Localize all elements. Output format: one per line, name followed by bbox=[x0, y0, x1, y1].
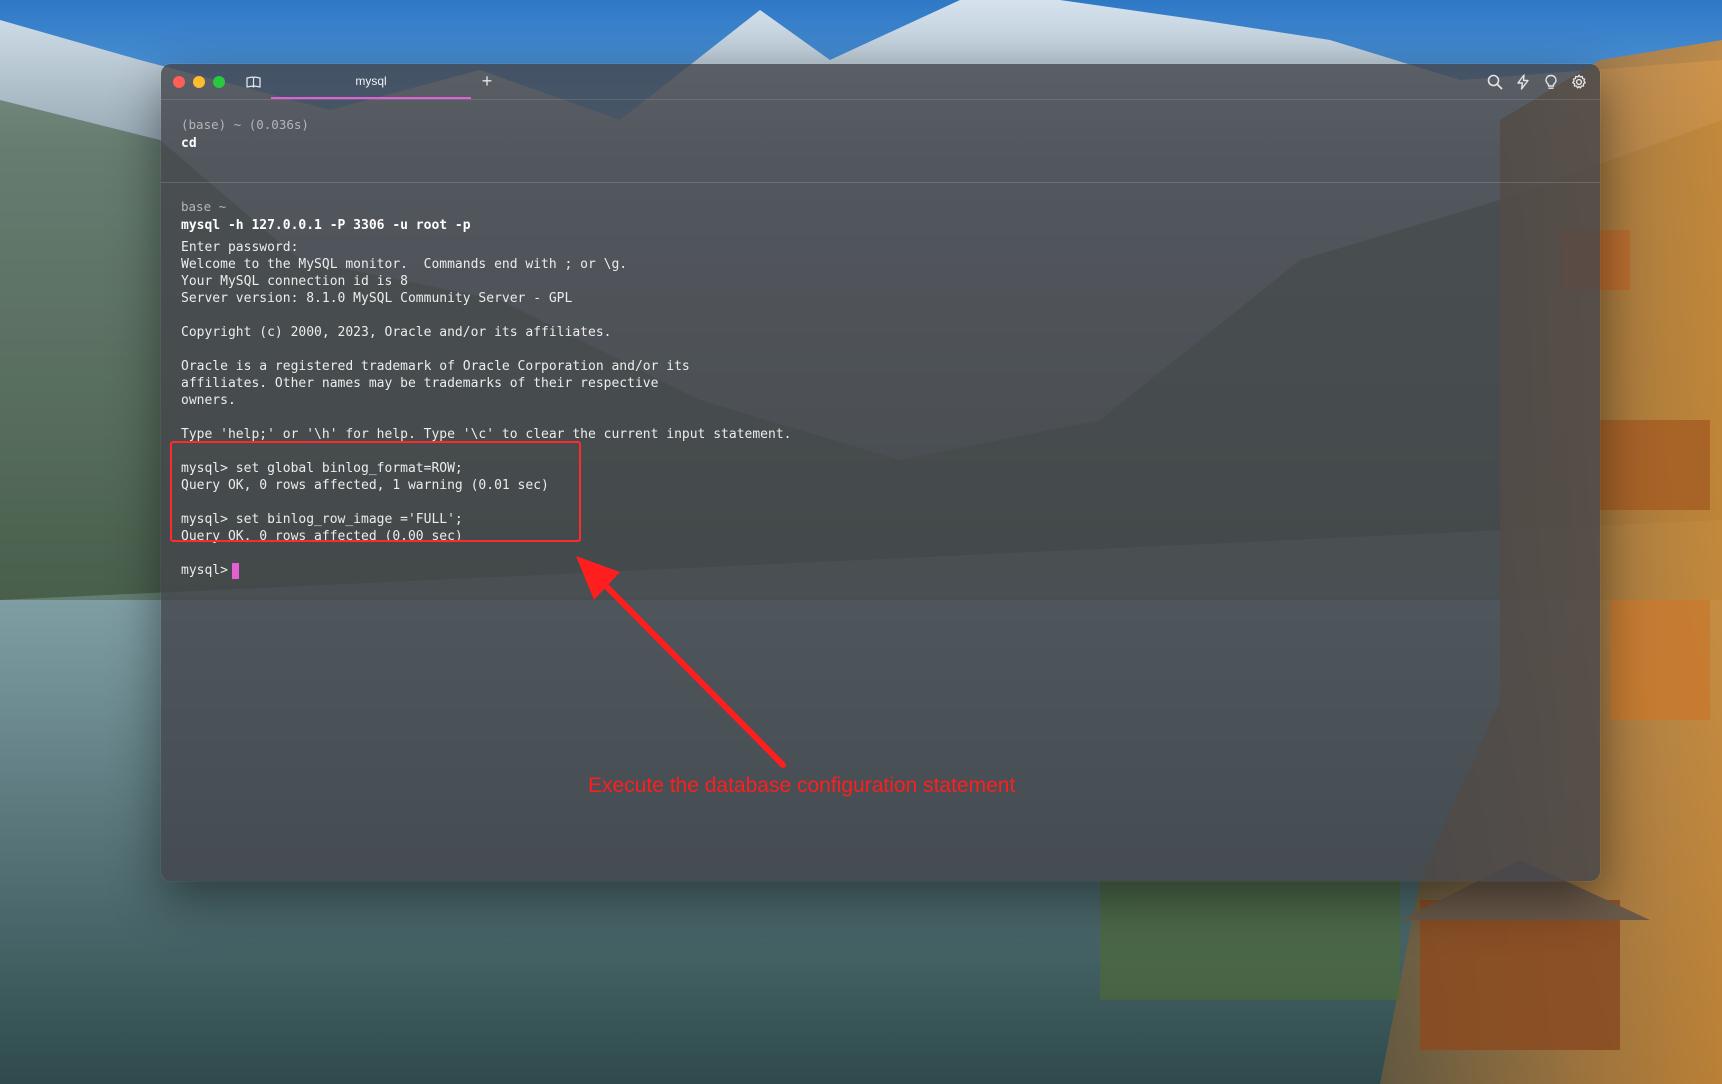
annotation-arrow bbox=[576, 556, 786, 768]
annotation-caption: Execute the database configuration state… bbox=[588, 774, 1016, 797]
